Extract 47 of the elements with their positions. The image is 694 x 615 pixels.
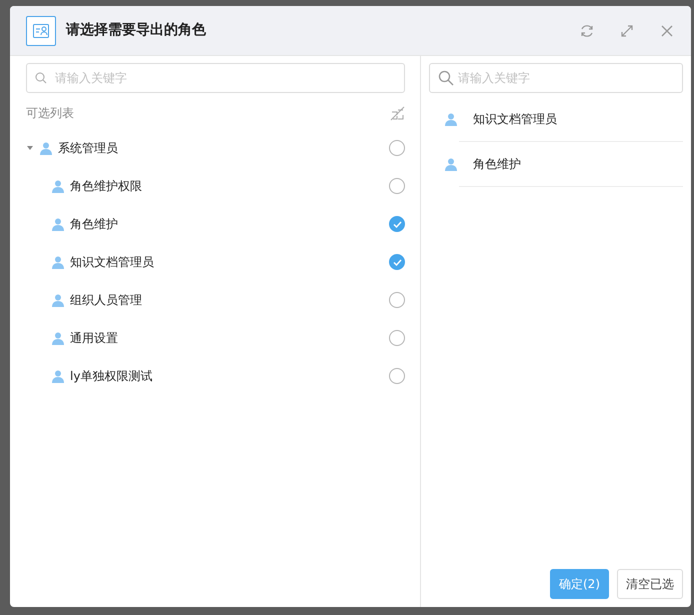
person-icon — [52, 294, 64, 306]
checkbox[interactable] — [389, 216, 405, 232]
checkbox[interactable] — [389, 330, 405, 346]
dialog-title: 请选择需要导出的角色 — [66, 21, 206, 40]
person-icon — [52, 256, 64, 268]
search-icon — [35, 72, 47, 84]
tree-item[interactable]: 组织人员管理 — [26, 281, 405, 319]
checkbox[interactable] — [389, 368, 405, 384]
tree-label: 角色维护权限 — [70, 178, 142, 195]
search-icon — [438, 70, 454, 86]
list-title: 可选列表 — [26, 105, 74, 122]
person-icon — [40, 142, 52, 154]
person-icon — [52, 180, 64, 192]
person-icon — [445, 158, 457, 170]
tree-item[interactable]: 系统管理员 — [26, 129, 405, 167]
tree-label: 角色维护 — [70, 216, 118, 233]
checkbox[interactable] — [389, 254, 405, 270]
checkbox[interactable] — [389, 292, 405, 308]
person-icon — [52, 370, 64, 382]
search-field[interactable]: 请输入关键字 — [26, 63, 405, 93]
person-icon — [52, 332, 64, 344]
selected-item[interactable]: 知识文档管理员 — [473, 110, 557, 128]
check-icon — [392, 258, 402, 266]
checkbox[interactable] — [389, 178, 405, 194]
caret-icon[interactable] — [26, 144, 34, 152]
person-icon — [445, 112, 457, 126]
tree-item[interactable]: 通用设置 — [26, 319, 405, 357]
person-icon — [52, 218, 64, 230]
refresh-button[interactable] — [579, 22, 595, 38]
tree-label: 系统管理员 — [58, 140, 118, 157]
selected-item[interactable]: 角色维护 — [473, 155, 521, 173]
maximize-button[interactable] — [619, 22, 635, 38]
check-icon — [392, 220, 402, 228]
checkbox[interactable] — [389, 140, 405, 156]
tree-item[interactable]: 知识文档管理员 — [26, 243, 405, 281]
tree-item[interactable]: 角色维护权限 — [26, 167, 405, 205]
tree-label: 通用设置 — [70, 330, 118, 347]
unlink-icon[interactable] — [390, 106, 405, 120]
tree-label: ly单独权限测试 — [70, 368, 152, 385]
search-field[interactable]: 请输入关键字 — [429, 63, 683, 93]
tree-label: 组织人员管理 — [70, 292, 142, 309]
close-button[interactable] — [659, 22, 675, 38]
tree-label: 知识文档管理员 — [70, 254, 154, 271]
clear-button[interactable]: 清空已选 — [617, 569, 683, 599]
tree-item[interactable]: 角色维护 — [26, 205, 405, 243]
tree-item[interactable]: ly单独权限测试 — [26, 357, 405, 395]
dialog-icon — [26, 16, 56, 46]
